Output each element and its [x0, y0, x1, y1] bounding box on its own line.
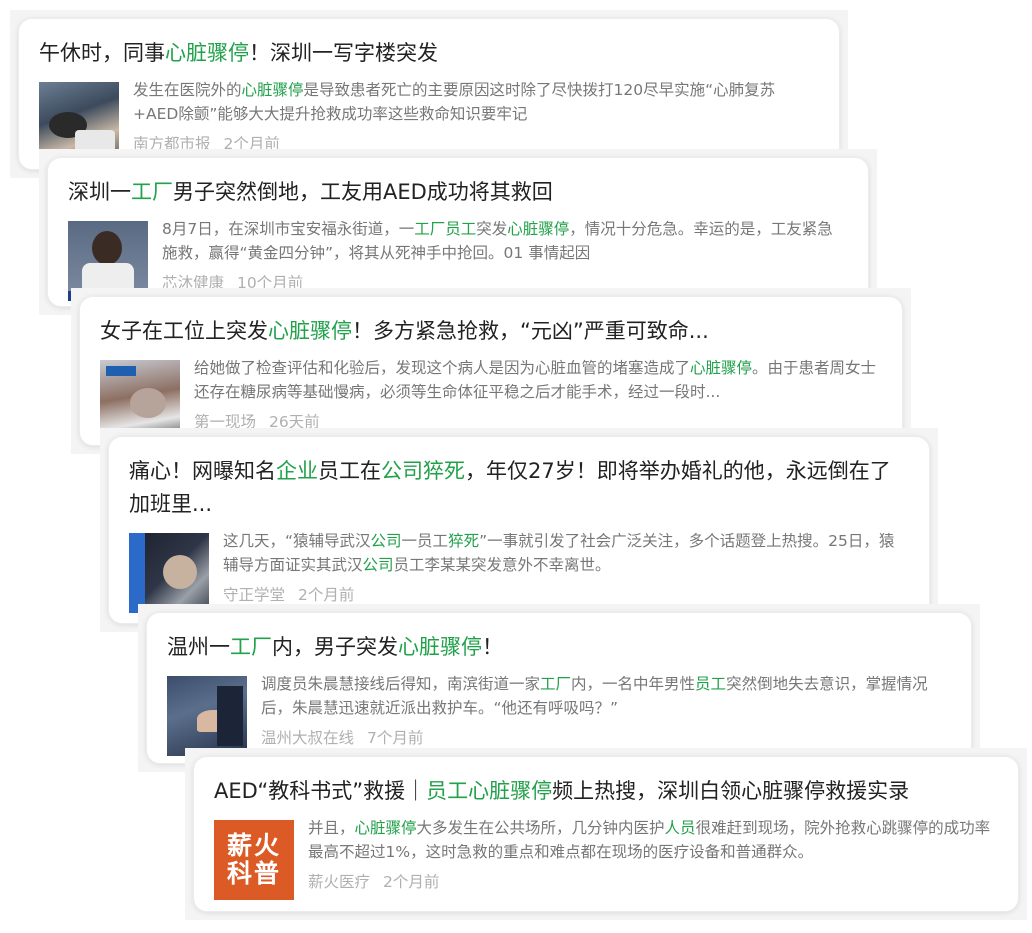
- text-segment: 频上热搜，深圳白领心脏骤停救援实录: [552, 779, 910, 803]
- keyword-highlight: 企业: [276, 459, 318, 483]
- result-thumbnail[interactable]: [167, 676, 247, 756]
- keyword-highlight: 员工: [695, 675, 727, 693]
- text-segment: 员工李某某突发意外不幸离世。: [393, 556, 611, 574]
- text-segment: ！多方紧急抢救，“元凶”严重可致命...: [352, 319, 709, 343]
- xinhuo-logo-thumbnail[interactable]: 薪火 科普: [214, 820, 294, 900]
- text-segment: ！深圳一写字楼突发: [249, 41, 438, 65]
- result-time: 2个月前: [382, 873, 440, 891]
- text-segment: 调度员朱晨慧接线后得知，南滨街道一家: [261, 675, 541, 693]
- keyword-highlight: 心脏骤停: [268, 319, 352, 343]
- result-texts: 这几天，“猿辅导武汉公司一员工猝死”一事就引发了社会广泛关注，多个话题登上热搜。…: [223, 529, 909, 605]
- result-body: 调度员朱晨慧接线后得知，南滨街道一家工厂内，一名中年男性员工突然倒地失去意识，掌…: [167, 672, 951, 756]
- result-card[interactable]: AED“教科书式”救援｜员工心脏骤停频上热搜，深圳白领心脏骤停救援实录 薪火 科…: [193, 756, 1019, 912]
- keyword-highlight: 心脏骤停: [690, 359, 753, 377]
- text-segment: 痛心！网曝知名: [129, 459, 276, 483]
- result-source[interactable]: 温州大叔在线: [261, 729, 354, 747]
- result-time: 2个月前: [297, 586, 355, 604]
- text-segment: 大多发生在公共场所，几分钟内医护: [416, 819, 665, 837]
- keyword-highlight: 人员: [664, 819, 696, 837]
- result-title[interactable]: 女子在工位上突发心脏骤停！多方紧急抢救，“元凶”严重可致命...: [100, 315, 882, 348]
- keyword-highlight: 猝死: [448, 532, 480, 550]
- text-segment: 内，男子突发: [272, 635, 398, 659]
- text-segment: AED“教科书式”救援｜: [214, 779, 427, 803]
- result-source[interactable]: 薪火医疗: [308, 873, 370, 891]
- text-segment: 午休时，同事: [39, 41, 165, 65]
- text-segment: 一员工: [401, 532, 449, 550]
- text-segment: 给她做了检查评估和化验后，发现这个病人是因为心脏血管的堵塞造成了: [194, 359, 691, 377]
- keyword-highlight: 公司: [370, 532, 402, 550]
- keyword-highlight: 心脏骤停: [241, 81, 304, 99]
- text-segment: 深圳一: [68, 180, 131, 204]
- text-segment: 并且，: [308, 819, 355, 837]
- result-texts: 给她做了检查评估和化验后，发现这个病人是因为心脏血管的堵塞造成了心脏骤停。由于患…: [194, 356, 882, 432]
- keyword-highlight: 工厂: [131, 180, 173, 204]
- text-segment: 内，一名中年男性: [571, 675, 696, 693]
- result-snippet: 发生在医院外的心脏骤停是导致患者死亡的主要原因这时除了尽快拨打120尽早实施“心…: [133, 78, 819, 126]
- keyword-highlight: 工厂员工: [414, 220, 477, 238]
- keyword-highlight: 公司猝死: [381, 459, 465, 483]
- keyword-highlight: 心脏骤停: [507, 220, 570, 238]
- result-title[interactable]: AED“教科书式”救援｜员工心脏骤停频上热搜，深圳白领心脏骤停救援实录: [214, 775, 998, 808]
- text-segment: 突发: [476, 220, 508, 238]
- result-texts: 调度员朱晨慧接线后得知，南滨街道一家工厂内，一名中年男性员工突然倒地失去意识，掌…: [261, 672, 951, 748]
- text-segment: 女子在工位上突发: [100, 319, 268, 343]
- text-segment: 温州一: [167, 635, 230, 659]
- thumb-text-line-2: 科普: [226, 859, 281, 888]
- text-segment: 员工在: [318, 459, 381, 483]
- result-snippet: 8月7日，在深圳市宝安福永街道，一工厂员工突发心脏骤停，情况十分危急。幸运的是，…: [162, 217, 848, 265]
- text-segment: ！: [482, 635, 503, 659]
- result-card[interactable]: 女子在工位上突发心脏骤停！多方紧急抢救，“元凶”严重可致命... 给她做了检查评…: [79, 296, 903, 446]
- result-card[interactable]: 深圳一工厂男子突然倒地，工友用AED成功将其救回 8月7日，在深圳市宝安福永街道…: [47, 157, 869, 307]
- thumb-text-line-1: 薪火: [226, 831, 281, 860]
- keyword-highlight: 心脏骤停: [354, 819, 417, 837]
- result-snippet: 调度员朱晨慧接线后得知，南滨街道一家工厂内，一名中年男性员工突然倒地失去意识，掌…: [261, 672, 951, 720]
- result-snippet: 这几天，“猿辅导武汉公司一员工猝死”一事就引发了社会广泛关注，多个话题登上热搜。…: [223, 529, 909, 577]
- result-title[interactable]: 午休时，同事心脏骤停！深圳一写字楼突发: [39, 37, 819, 70]
- keyword-highlight: 心脏骤停: [165, 41, 249, 65]
- text-segment: 这几天，“猿辅导武汉: [223, 532, 371, 550]
- result-thumbnail[interactable]: [129, 533, 209, 613]
- result-card-wrapper: 温州一工厂内，男子突发心脏骤停！ 调度员朱晨慧接线后得知，南滨街道一家工厂内，一…: [138, 604, 980, 772]
- result-body: 薪火 科普 并且，心脏骤停大多发生在公共场所，几分钟内医护人员很难赶到现场，院外…: [214, 816, 998, 900]
- text-segment: 8月7日，在深圳市宝安福永街道，一: [162, 220, 415, 238]
- result-meta: 守正学堂 2个月前: [223, 583, 909, 605]
- result-time: 7个月前: [366, 729, 424, 747]
- result-title[interactable]: 深圳一工厂男子突然倒地，工友用AED成功将其救回: [68, 176, 848, 209]
- result-texts: 发生在医院外的心脏骤停是导致患者死亡的主要原因这时除了尽快拨打120尽早实施“心…: [133, 78, 819, 154]
- result-texts: 并且，心脏骤停大多发生在公共场所，几分钟内医护人员很难赶到现场，院外抢救心跳骤停…: [308, 816, 998, 892]
- keyword-highlight: 公司: [362, 556, 394, 574]
- keyword-highlight: 员工心脏骤停: [426, 779, 553, 803]
- result-meta: 薪火医疗 2个月前: [308, 870, 998, 892]
- keyword-highlight: 工厂: [540, 675, 572, 693]
- text-segment: 男子突然倒地，工友用AED成功将其救回: [173, 180, 553, 204]
- result-snippet: 并且，心脏骤停大多发生在公共场所，几分钟内医护人员很难赶到现场，院外抢救心跳骤停…: [308, 816, 998, 864]
- result-texts: 8月7日，在深圳市宝安福永街道，一工厂员工突发心脏骤停，情况十分危急。幸运的是，…: [162, 217, 848, 293]
- keyword-highlight: 心脏骤停: [398, 635, 482, 659]
- text-segment: 发生在医院外的: [133, 81, 242, 99]
- result-snippet: 给她做了检查评估和化验后，发现这个病人是因为心脏血管的堵塞造成了心脏骤停。由于患…: [194, 356, 882, 404]
- result-body: 这几天，“猿辅导武汉公司一员工猝死”一事就引发了社会广泛关注，多个话题登上热搜。…: [129, 529, 909, 613]
- result-title[interactable]: 温州一工厂内，男子突发心脏骤停！: [167, 631, 951, 664]
- result-card[interactable]: 午休时，同事心脏骤停！深圳一写字楼突发 发生在医院外的心脏骤停是导致患者死亡的主…: [18, 18, 840, 170]
- result-card-wrapper: AED“教科书式”救援｜员工心脏骤停频上热搜，深圳白领心脏骤停救援实录 薪火 科…: [185, 748, 1027, 920]
- result-card[interactable]: 痛心！网曝知名企业员工在公司猝死，年仅27岁！即将举办婚礼的他，永远倒在了加班里…: [108, 436, 930, 624]
- result-title[interactable]: 痛心！网曝知名企业员工在公司猝死，年仅27岁！即将举办婚礼的他，永远倒在了加班里…: [129, 455, 909, 521]
- result-meta: 温州大叔在线 7个月前: [261, 726, 951, 748]
- result-card[interactable]: 温州一工厂内，男子突发心脏骤停！ 调度员朱晨慧接线后得知，南滨街道一家工厂内，一…: [146, 612, 972, 764]
- keyword-highlight: 工厂: [230, 635, 272, 659]
- result-source[interactable]: 守正学堂: [223, 586, 285, 604]
- result-card-wrapper: 痛心！网曝知名企业员工在公司猝死，年仅27岁！即将举办婚礼的他，永远倒在了加班里…: [100, 428, 938, 632]
